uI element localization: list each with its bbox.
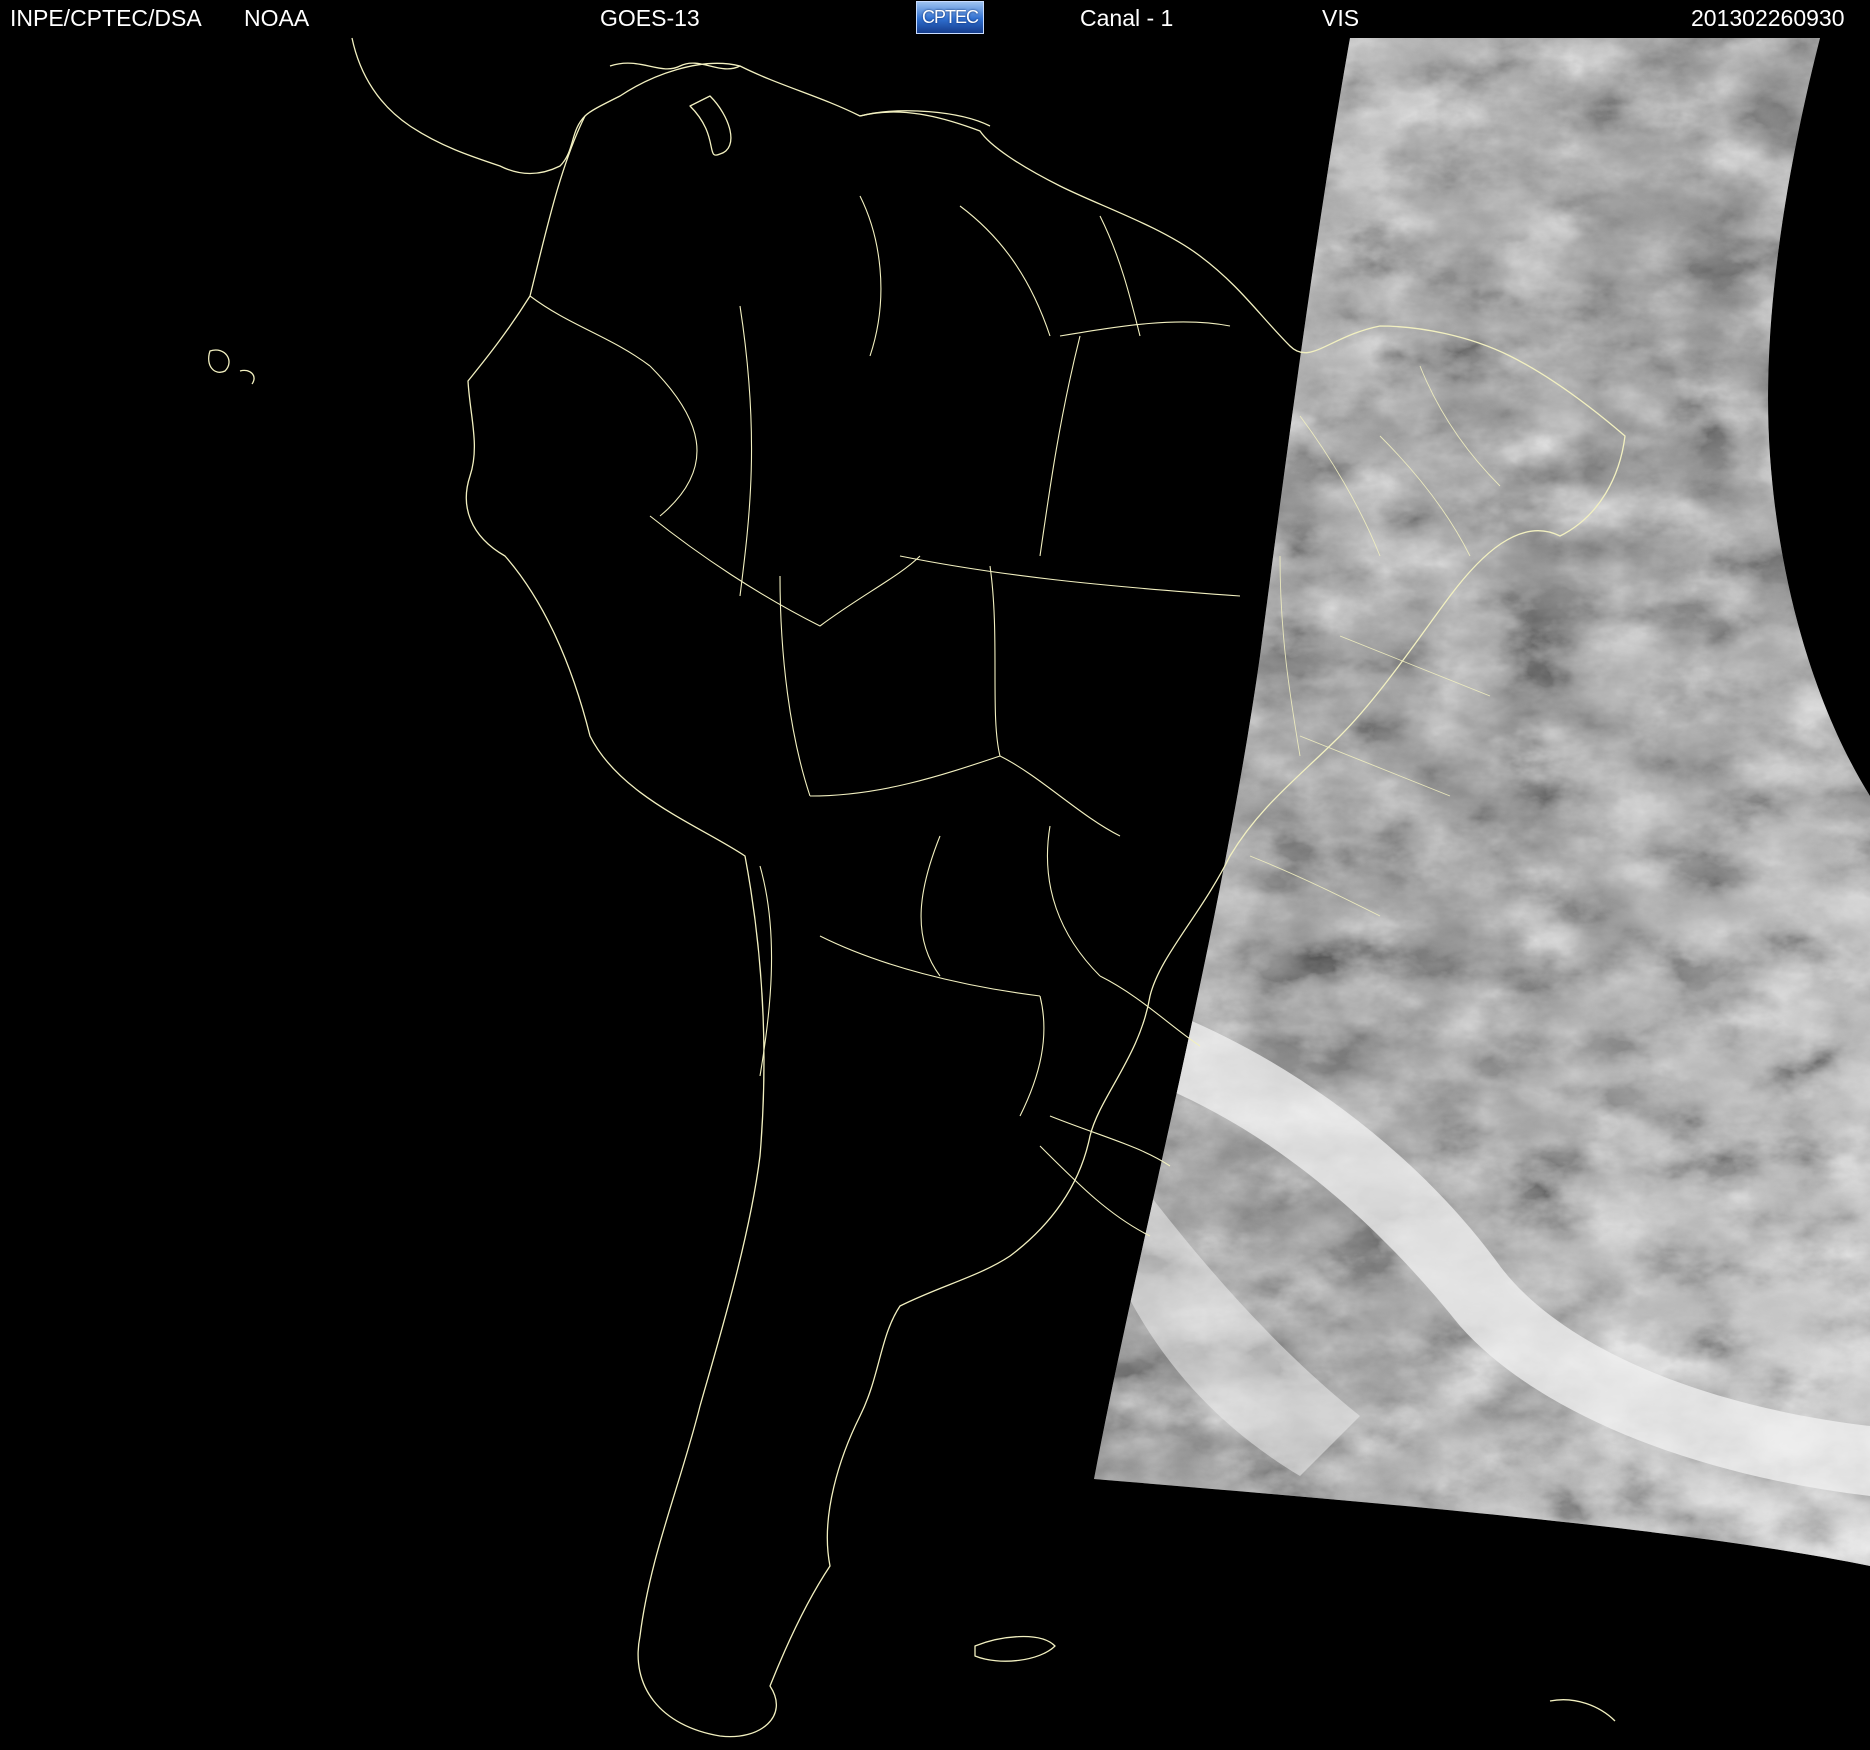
agency-label: INPE/CPTEC/DSA (10, 5, 202, 31)
cloud-swath (1094, 38, 1870, 1566)
map-canvas (208, 37, 1870, 1738)
satellite-image (0, 36, 1870, 1750)
timestamp-label: 201302260930 (1691, 5, 1845, 31)
country-borders (529, 195, 1241, 1237)
satellite-label: GOES-13 (600, 5, 700, 31)
band-label: VIS (1322, 5, 1360, 31)
source-label: NOAA (244, 5, 310, 31)
header-bar: INPE/CPTEC/DSA NOAA GOES-13 CPTEC Canal … (0, 0, 1870, 36)
cptec-logo-icon: CPTEC (916, 1, 984, 34)
channel-label: Canal - 1 (1080, 5, 1174, 31)
